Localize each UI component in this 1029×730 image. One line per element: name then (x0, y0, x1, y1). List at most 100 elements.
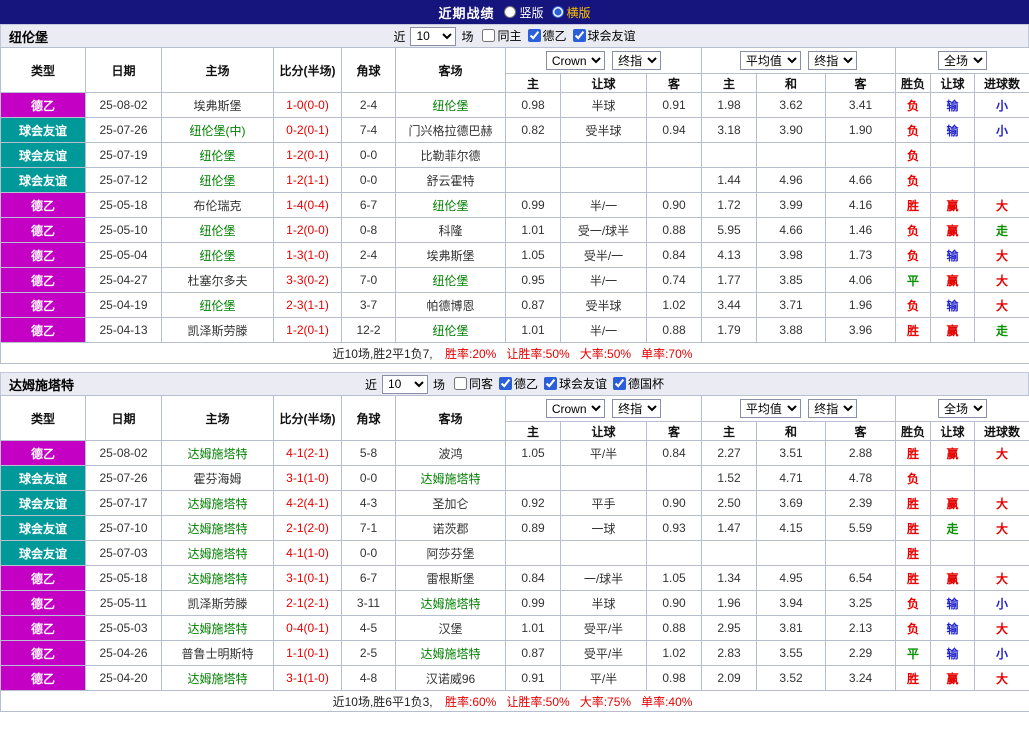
away-team-link[interactable]: 汉堡 (395, 615, 506, 641)
final-index-select-2[interactable]: 终指 (808, 399, 858, 418)
home-team-link[interactable]: 纽伦堡(中) (161, 117, 274, 143)
filter-checkbox-2[interactable]: 球会友谊 (572, 27, 636, 44)
view-radio-horizontal[interactable]: 横版 (551, 4, 591, 21)
away-team-link[interactable]: 圣加仑 (395, 490, 506, 516)
score-link[interactable]: 4-1(1-0) (273, 540, 342, 566)
checkbox-input[interactable] (453, 377, 467, 390)
away-team-link[interactable]: 纽伦堡 (395, 192, 506, 218)
home-team-link[interactable]: 凯泽斯劳滕 (161, 590, 274, 616)
score-link[interactable]: 2-1(2-1) (273, 590, 342, 616)
asia-home-odds (505, 465, 561, 491)
filter-checkbox-0[interactable]: 同主 (482, 27, 522, 44)
checkbox-input[interactable] (527, 29, 541, 42)
filter-checkbox-3[interactable]: 德国杯 (613, 375, 664, 392)
home-team-link[interactable]: 埃弗斯堡 (161, 92, 274, 118)
radio-input[interactable] (551, 6, 564, 18)
home-team-link[interactable]: 纽伦堡 (161, 167, 274, 193)
score-link[interactable]: 0-2(0-1) (273, 117, 342, 143)
home-team-link[interactable]: 纽伦堡 (161, 142, 274, 168)
filter-checkbox-1[interactable]: 德乙 (499, 375, 538, 392)
score-link[interactable]: 3-3(0-2) (273, 267, 342, 293)
checkbox-input[interactable] (482, 29, 496, 42)
score-link[interactable]: 1-2(1-1) (273, 167, 342, 193)
home-team-link[interactable]: 霍芬海姆 (161, 465, 274, 491)
away-team-link[interactable]: 纽伦堡 (395, 317, 506, 343)
away-team-link[interactable]: 舒云霍特 (395, 167, 506, 193)
subcol-euro-draw: 和 (756, 421, 827, 441)
score-link[interactable]: 1-1(0-1) (273, 640, 342, 666)
score-link[interactable]: 0-4(0-1) (273, 615, 342, 641)
away-team-link[interactable]: 门兴格拉德巴赫 (395, 117, 506, 143)
full-match-select[interactable]: 全场 (938, 51, 988, 70)
euro-away-odds: 5.59 (825, 515, 897, 541)
home-team-link[interactable]: 达姆施塔特 (161, 440, 274, 466)
euro-draw-odds: 3.88 (756, 317, 827, 343)
checkbox-input[interactable] (499, 377, 512, 390)
score-link[interactable]: 1-4(0-4) (273, 192, 342, 218)
home-team-link[interactable]: 凯泽斯劳滕 (161, 317, 274, 343)
view-radio-vertical[interactable]: 竖版 (504, 4, 544, 21)
home-team-link[interactable]: 达姆施塔特 (161, 515, 274, 541)
filter-checkbox-0[interactable]: 同客 (453, 375, 493, 392)
score-link[interactable]: 4-2(4-1) (273, 490, 342, 516)
away-team-link[interactable]: 达姆施塔特 (395, 590, 506, 616)
checkbox-input[interactable] (572, 29, 586, 42)
home-team-link[interactable]: 纽伦堡 (161, 242, 274, 268)
home-team-link[interactable]: 达姆施塔特 (161, 540, 274, 566)
home-team-link[interactable]: 纽伦堡 (161, 292, 274, 318)
score-link[interactable]: 3-1(1-0) (273, 465, 342, 491)
corner-count: 4-8 (341, 665, 396, 691)
home-team-link[interactable]: 普鲁士明斯特 (161, 640, 274, 666)
score-link[interactable]: 1-3(1-0) (273, 242, 342, 268)
home-team-link[interactable]: 达姆施塔特 (161, 615, 274, 641)
radio-input[interactable] (504, 6, 517, 18)
home-team-link[interactable]: 达姆施塔特 (161, 565, 274, 591)
average-select[interactable]: 平均值 (739, 51, 801, 70)
bookmaker-select[interactable]: Crown (545, 51, 605, 70)
away-team-link[interactable]: 诺茨郡 (395, 515, 506, 541)
col-header-home: 主场 (161, 47, 274, 93)
score-link[interactable]: 1-2(0-1) (273, 317, 342, 343)
away-team-link[interactable]: 比勒菲尔德 (395, 142, 506, 168)
score-link[interactable]: 3-1(1-0) (273, 665, 342, 691)
away-team-link[interactable]: 达姆施塔特 (395, 465, 506, 491)
home-team-link[interactable]: 达姆施塔特 (161, 665, 274, 691)
asia-away-odds: 0.74 (645, 267, 703, 293)
score-link[interactable]: 2-1(2-0) (273, 515, 342, 541)
asia-home-odds (505, 142, 561, 168)
result-group-header: 全场 (895, 47, 1029, 74)
away-team-link[interactable]: 雷根斯堡 (395, 565, 506, 591)
away-team-link[interactable]: 波鸿 (395, 440, 506, 466)
away-team-link[interactable]: 达姆施塔特 (395, 640, 506, 666)
score-link[interactable]: 1-0(0-0) (273, 92, 342, 118)
match-count-select[interactable]: 10 (381, 374, 428, 394)
score-link[interactable]: 1-2(0-1) (273, 142, 342, 168)
home-team-link[interactable]: 布伦瑞克 (161, 192, 274, 218)
away-team-link[interactable]: 埃弗斯堡 (395, 242, 506, 268)
average-select[interactable]: 平均值 (739, 399, 801, 418)
final-index-select[interactable]: 终指 (612, 399, 662, 418)
bookmaker-select[interactable]: Crown (545, 399, 605, 418)
home-team-link[interactable]: 达姆施塔特 (161, 490, 274, 516)
away-team-link[interactable]: 纽伦堡 (395, 92, 506, 118)
home-team-link[interactable]: 杜塞尔多夫 (161, 267, 274, 293)
checkbox-input[interactable] (613, 377, 627, 390)
away-team-link[interactable]: 阿莎芬堡 (395, 540, 506, 566)
final-index-select[interactable]: 终指 (612, 51, 662, 70)
score-link[interactable]: 3-1(0-1) (273, 565, 342, 591)
checkbox-input[interactable] (544, 377, 558, 390)
filter-checkbox-2[interactable]: 球会友谊 (544, 375, 607, 392)
away-team-link[interactable]: 科隆 (395, 217, 506, 243)
full-match-select[interactable]: 全场 (938, 399, 988, 418)
score-link[interactable]: 1-2(0-0) (273, 217, 342, 243)
away-team-link[interactable]: 纽伦堡 (395, 267, 506, 293)
match-count-select[interactable]: 10 (410, 26, 457, 46)
score-link[interactable]: 4-1(2-1) (273, 440, 342, 466)
away-team-link[interactable]: 汉诺威96 (395, 665, 506, 691)
score-link[interactable]: 2-3(1-1) (273, 292, 342, 318)
result-handicap: 赢 (930, 565, 976, 591)
away-team-link[interactable]: 帕德博恩 (395, 292, 506, 318)
filter-checkbox-1[interactable]: 德乙 (527, 27, 567, 44)
home-team-link[interactable]: 纽伦堡 (161, 217, 274, 243)
final-index-select-2[interactable]: 终指 (808, 51, 858, 70)
